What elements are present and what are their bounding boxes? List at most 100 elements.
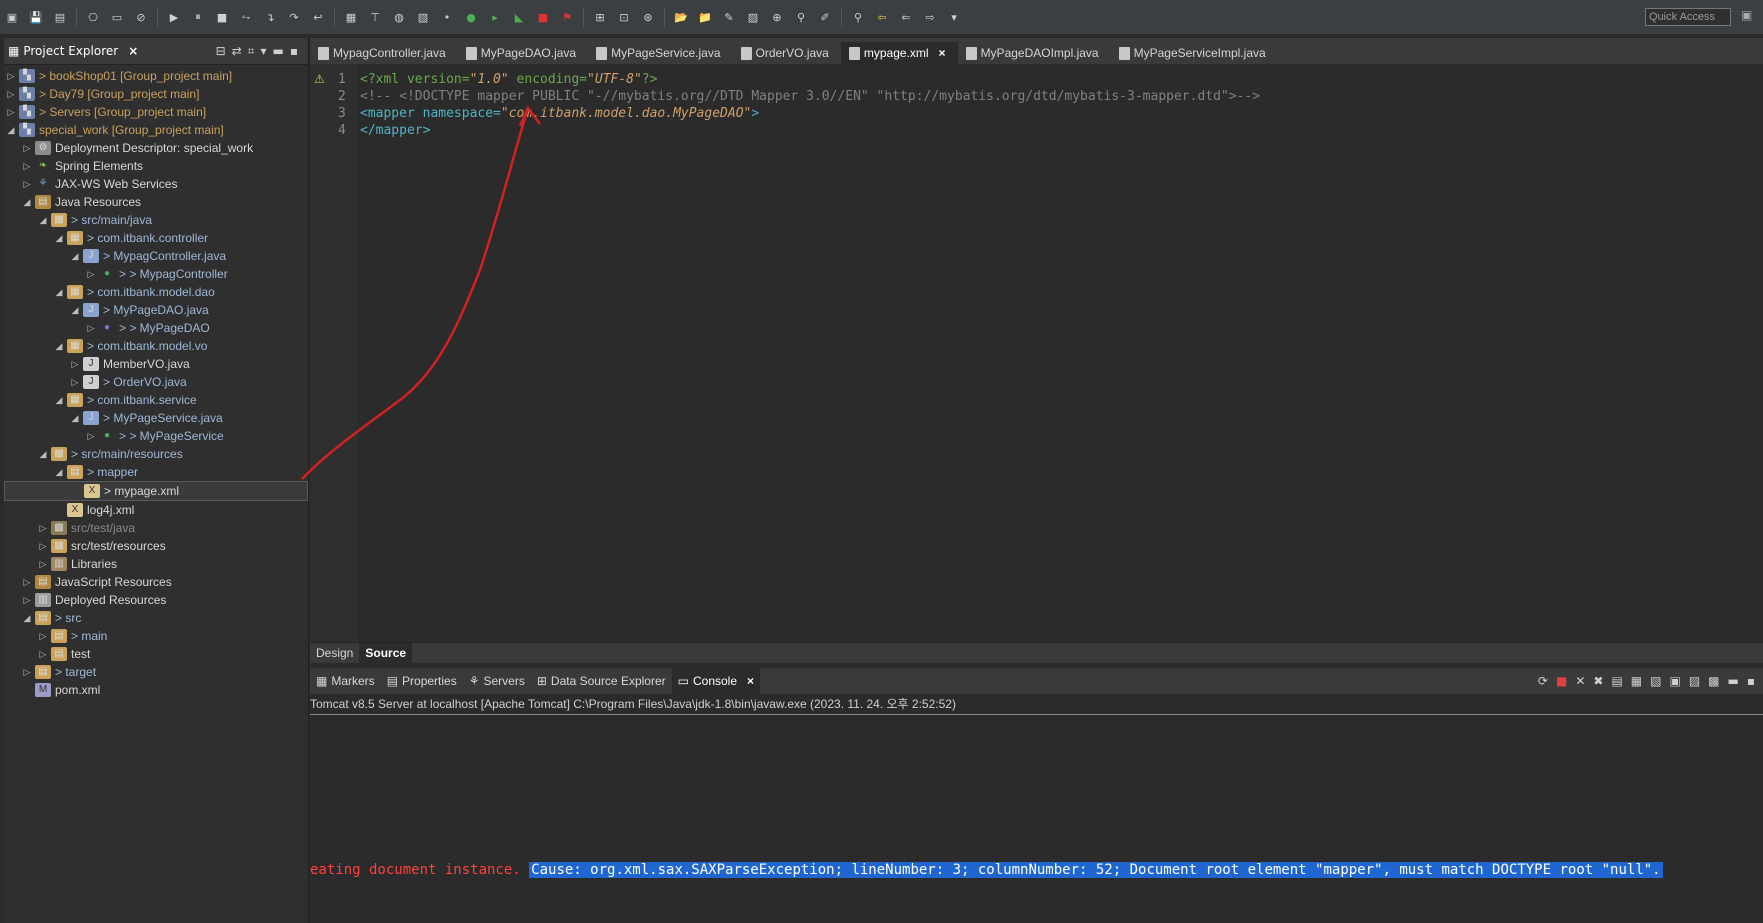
- tree-item[interactable]: ▷ ⚙ Deployment Descriptor: special_work: [4, 139, 308, 157]
- pin-icon[interactable]: ⚲: [849, 8, 867, 26]
- minimize-icon[interactable]: ▬: [273, 44, 284, 59]
- tree-item[interactable]: ◢ J > MyPageDAO.java: [4, 301, 308, 319]
- chevron-down-icon[interactable]: ▾: [945, 8, 963, 26]
- back-dropdown-icon[interactable]: ⇐: [897, 8, 915, 26]
- expand-icon[interactable]: ▷: [70, 355, 80, 373]
- tab-source[interactable]: Source: [359, 643, 413, 663]
- open-project-icon[interactable]: 📁: [696, 8, 714, 26]
- expand-icon[interactable]: ▷: [38, 627, 48, 645]
- resume-icon[interactable]: ▶: [165, 8, 183, 26]
- collapse-icon[interactable]: ◢: [54, 229, 64, 247]
- tree-item[interactable]: ◢ J > MyPageService.java: [4, 409, 308, 427]
- perspective-icon[interactable]: ▣: [1741, 8, 1757, 24]
- collapse-icon[interactable]: ◢: [54, 283, 64, 301]
- tree-item[interactable]: ▷ ● > > MyPageDAO: [4, 319, 308, 337]
- expand-icon[interactable]: ▷: [38, 555, 48, 573]
- open-folder-icon[interactable]: 📂: [672, 8, 690, 26]
- tree-item[interactable]: ◢ ▩ > src/main/java: [4, 211, 308, 229]
- run-icon[interactable]: ●: [462, 8, 480, 26]
- terminal-icon[interactable]: ▭: [108, 8, 126, 26]
- tree-item[interactable]: ▷ ▤ > target: [4, 663, 308, 681]
- link-editor-icon[interactable]: ⇄: [232, 44, 242, 59]
- tree-item[interactable]: ▷ ▩ src/test/resources: [4, 537, 308, 555]
- suspend-icon[interactable]: ⏸: [189, 8, 207, 26]
- collapse-all-icon[interactable]: ⊟: [216, 44, 226, 59]
- tab-mypagcontroller[interactable]: MypagController.java: [310, 42, 458, 64]
- collapse-icon[interactable]: ◢: [70, 247, 80, 265]
- tree-item[interactable]: ◢ ▤ > mapper: [4, 463, 308, 481]
- open-type-icon[interactable]: ▦: [342, 8, 360, 26]
- refresh-icon[interactable]: ⟳: [1538, 674, 1548, 688]
- folder-alt-icon[interactable]: ▨: [744, 8, 762, 26]
- selected-error-text[interactable]: Cause: org.xml.sax.SAXParseException; li…: [529, 862, 1663, 878]
- server-icon[interactable]: ▧: [414, 8, 432, 26]
- remove-all-icon[interactable]: ✖: [1593, 674, 1603, 688]
- filter-icon[interactable]: ⊤: [366, 8, 384, 26]
- tree-item[interactable]: ◢ ▤ > src: [4, 609, 308, 627]
- tree-item[interactable]: ◢ ▩ > src/main/resources: [4, 445, 308, 463]
- collapse-icon[interactable]: ◢: [70, 409, 80, 427]
- tree-item[interactable]: ▷ ❧ Spring Elements: [4, 157, 308, 175]
- search-tool-icon[interactable]: ⚲: [792, 8, 810, 26]
- tree-item[interactable]: ◢ ▚ special_work [Group_project main]: [4, 121, 308, 139]
- tab-properties[interactable]: ▤ Properties: [381, 674, 463, 688]
- web-service-icon[interactable]: ⊛: [639, 8, 657, 26]
- collapse-icon[interactable]: ◢: [22, 193, 32, 211]
- tree-item[interactable]: ▷ J MemberVO.java: [4, 355, 308, 373]
- tree-item[interactable]: ◢ J > MypagController.java: [4, 247, 308, 265]
- back-icon[interactable]: ⇦: [873, 8, 891, 26]
- expand-icon[interactable]: ▷: [38, 519, 48, 537]
- run-dropdown-icon[interactable]: •: [438, 8, 456, 26]
- tab-servers[interactable]: ⚘ Servers: [463, 674, 531, 688]
- expand-icon[interactable]: ▷: [22, 157, 32, 175]
- display-console-icon[interactable]: ▨: [1689, 674, 1700, 688]
- expand-icon[interactable]: ▷: [6, 103, 16, 121]
- tab-markers[interactable]: ▦ Markers: [310, 674, 381, 688]
- expand-icon[interactable]: ▷: [86, 319, 96, 337]
- step-over-icon[interactable]: ↷: [285, 8, 303, 26]
- tree-item[interactable]: ◢ ▦ > com.itbank.controller: [4, 229, 308, 247]
- minimize-icon[interactable]: ▬: [1728, 674, 1739, 688]
- collapse-icon[interactable]: ◢: [54, 337, 64, 355]
- collapse-icon[interactable]: ◢: [22, 609, 32, 627]
- expand-icon[interactable]: ▷: [6, 67, 16, 85]
- tree-item[interactable]: ◢ ▦ > com.itbank.model.vo: [4, 337, 308, 355]
- tree-item[interactable]: Mpom.xml: [4, 681, 308, 699]
- expand-icon[interactable]: ▷: [22, 573, 32, 591]
- tab-mypage-xml[interactable]: mypage.xml ×: [840, 42, 958, 64]
- quick-access-input[interactable]: Quick Access: [1645, 8, 1731, 26]
- tree-item[interactable]: ▷ ▤ test: [4, 645, 308, 663]
- step-into-icon[interactable]: ↴: [261, 8, 279, 26]
- coverage-icon[interactable]: ◣: [510, 8, 528, 26]
- new-package-icon[interactable]: ⊞: [591, 8, 609, 26]
- terminate-icon[interactable]: ■: [1556, 674, 1567, 688]
- new-icon[interactable]: ▣: [3, 8, 21, 26]
- tree-item[interactable]: ▷ ▚ > Servers [Group_project main]: [4, 103, 308, 121]
- tree-item[interactable]: ▷ ▥ Deployed Resources: [4, 591, 308, 609]
- tree-item[interactable]: Xlog4j.xml: [4, 501, 308, 519]
- tab-mypagedaoimpl[interactable]: MyPageDAOImpl.java: [958, 42, 1111, 64]
- tree-item[interactable]: ▷ ▥ Libraries: [4, 555, 308, 573]
- tab-mypageserviceimpl[interactable]: MyPageServiceImpl.java: [1111, 42, 1278, 64]
- tree-item[interactable]: ▷ ⚘ JAX-WS Web Services: [4, 175, 308, 193]
- collapse-icon[interactable]: ◢: [38, 445, 48, 463]
- tab-mypagedao[interactable]: MyPageDAO.java: [458, 42, 588, 64]
- clear-console-icon[interactable]: ▤: [1611, 674, 1622, 688]
- terminate-icon[interactable]: ■: [213, 8, 231, 26]
- tab-design[interactable]: Design: [310, 643, 359, 663]
- new-class-icon[interactable]: ⊡: [615, 8, 633, 26]
- tab-data-source-explorer[interactable]: ⊞ Data Source Explorer: [531, 674, 672, 688]
- expand-icon[interactable]: ▷: [22, 139, 32, 157]
- tree-item[interactable]: ◢ ▦ > com.itbank.model.dao: [4, 283, 308, 301]
- maximize-icon[interactable]: ▪: [290, 44, 298, 59]
- disconnect-icon[interactable]: ⥊: [237, 8, 255, 26]
- tab-project-explorer[interactable]: ▦ Project Explorer ×: [8, 44, 138, 58]
- expand-icon[interactable]: ▷: [70, 373, 80, 391]
- tab-console[interactable]: ▭ Console ×: [671, 668, 761, 694]
- search-globe-icon[interactable]: ⊕: [768, 8, 786, 26]
- globe-icon[interactable]: ◍: [390, 8, 408, 26]
- step-return-icon[interactable]: ↩: [309, 8, 327, 26]
- run-as-icon[interactable]: ▸: [486, 8, 504, 26]
- tab-mypageservice[interactable]: MyPageService.java: [588, 42, 732, 64]
- collapse-icon[interactable]: ◢: [6, 121, 16, 139]
